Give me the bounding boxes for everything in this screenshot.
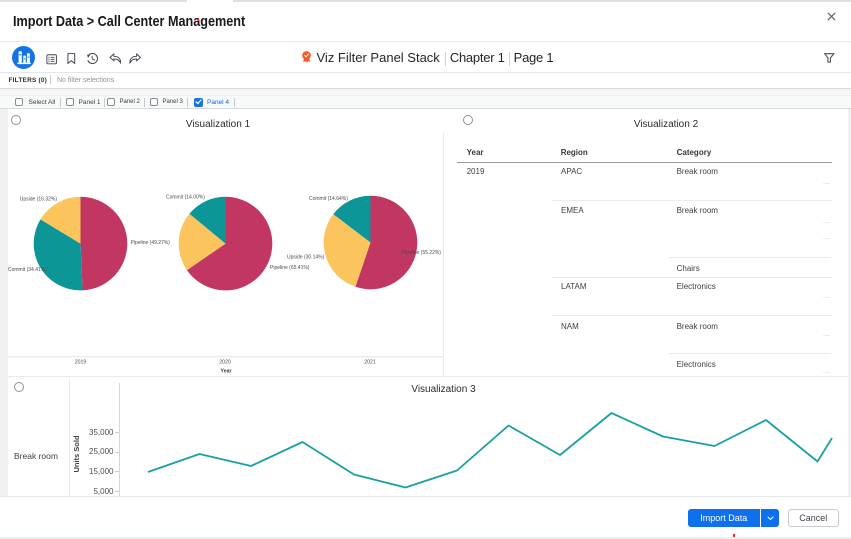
- svg-text:Pipeline (55.22%): Pipeline (55.22%): [402, 250, 442, 256]
- svg-text:Upside (16.32%): Upside (16.32%): [20, 196, 58, 202]
- svg-text:2021: 2021: [364, 360, 376, 366]
- svg-text:Pipeline (49.27%): Pipeline (49.27%): [131, 240, 171, 246]
- svg-text:Year: Year: [221, 369, 232, 375]
- svg-text:Upside (30.14%): Upside (30.14%): [287, 255, 325, 261]
- svg-text:2020: 2020: [219, 360, 231, 366]
- svg-text:Pipeline (65.41%): Pipeline (65.41%): [270, 265, 310, 271]
- svg-text:Commit (14.64%): Commit (14.64%): [309, 196, 348, 202]
- svg-text:Commit (14.00%): Commit (14.00%): [166, 194, 205, 200]
- svg-text:2019: 2019: [75, 360, 87, 366]
- svg-text:Commit (34.41%): Commit (34.41%): [8, 267, 47, 273]
